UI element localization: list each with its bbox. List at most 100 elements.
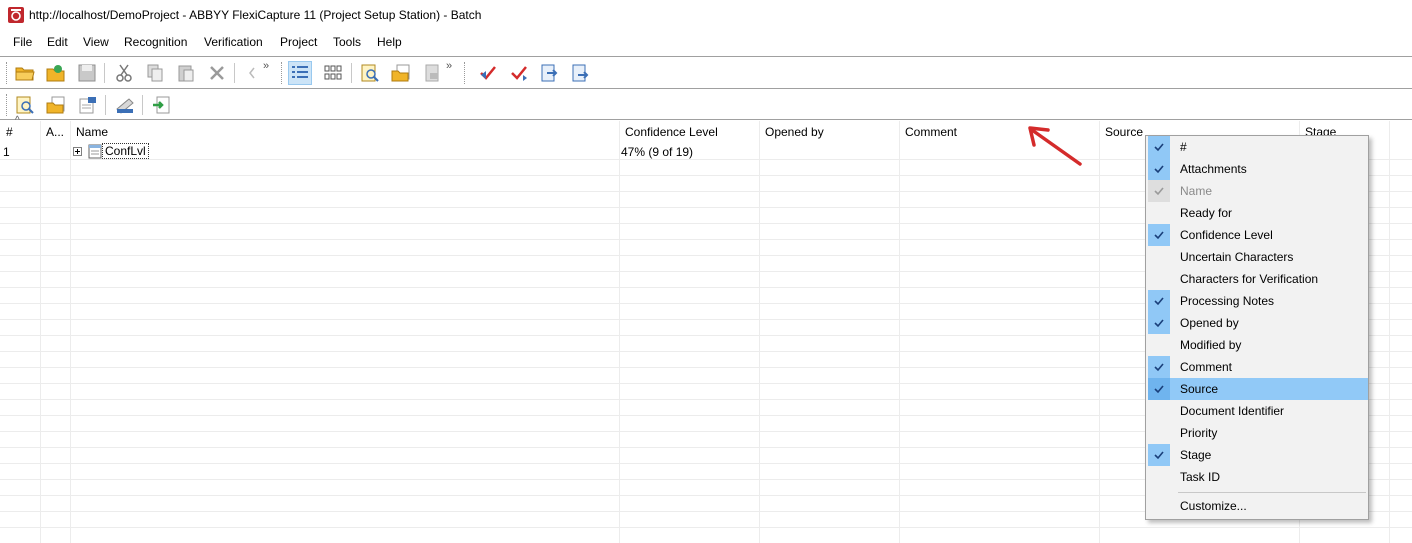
column-chooser-menu: # Attachments Name Ready for Confidence … (1145, 135, 1369, 520)
check-icon (1148, 224, 1170, 246)
menu-item-priority[interactable]: Priority (1148, 422, 1368, 444)
menu-item-label: Ready for (1180, 206, 1233, 220)
open-folder-icon[interactable] (13, 61, 37, 85)
toolbar-grip[interactable] (6, 62, 8, 84)
open-document-icon[interactable] (389, 61, 413, 85)
column-header-confidence-level[interactable]: Confidence Level (619, 121, 759, 143)
menu-item-label: Processing Notes (1180, 294, 1275, 308)
send-to-stage-icon[interactable] (568, 61, 592, 85)
menu-item-attachments[interactable]: Attachments (1148, 158, 1368, 180)
copy-icon[interactable] (143, 61, 167, 85)
menu-project[interactable]: Project (280, 35, 317, 49)
check-icon (1148, 136, 1170, 158)
batch-name[interactable]: ConfLvl (102, 143, 149, 159)
menu-recognition[interactable]: Recognition (124, 35, 187, 49)
check-all-icon[interactable] (507, 61, 531, 85)
check-icon (1148, 158, 1170, 180)
menu-item-label: Comment (1180, 360, 1233, 374)
menu-item-modified-by[interactable]: Modified by (1148, 334, 1368, 356)
menu-item-customize[interactable]: Customize... (1148, 495, 1368, 517)
menu-item-opened-by[interactable]: Opened by (1148, 312, 1368, 334)
menu-verification[interactable]: Verification (204, 35, 263, 49)
check-icon (1148, 312, 1170, 334)
menu-item-label: Modified by (1180, 338, 1242, 352)
save-icon[interactable] (75, 61, 99, 85)
toolbar-separator (234, 63, 235, 83)
menu-item-label: Uncertain Characters (1180, 250, 1294, 264)
toolbar-overflow-icon[interactable]: » (263, 60, 269, 72)
annotation-arrow-icon (1028, 126, 1082, 166)
menu-divider (0, 56, 1412, 57)
menu-tools[interactable]: Tools (333, 35, 361, 49)
toolbar-separator (105, 95, 106, 115)
menu-item-label: Source (1180, 382, 1219, 396)
toolbar-grip[interactable] (464, 62, 466, 84)
menu-item-label: Confidence Level (1180, 228, 1273, 242)
menu-item-stage[interactable]: Stage (1148, 444, 1368, 466)
toolbar-grip[interactable] (6, 94, 8, 116)
menu-item-document-identifier[interactable]: Document Identifier (1148, 400, 1368, 422)
check-icon (1148, 290, 1170, 312)
find-icon[interactable] (358, 61, 382, 85)
scan-icon[interactable] (113, 93, 137, 117)
toolbar-separator (351, 63, 352, 83)
menu-item-source[interactable]: Source (1148, 378, 1368, 400)
details-view-icon[interactable] (288, 61, 312, 85)
import-icon[interactable] (149, 93, 173, 117)
cut-icon[interactable] (112, 61, 136, 85)
find-batch-icon[interactable] (13, 93, 37, 117)
title-bar: http://localhost/DemoProject - ABBYY Fle… (0, 0, 1412, 30)
menu-item-uncertain-characters[interactable]: Uncertain Characters (1148, 246, 1368, 268)
column-header-opened-by[interactable]: Opened by (759, 121, 899, 143)
menu-edit[interactable]: Edit (47, 35, 68, 49)
column-header-number[interactable]: # (0, 121, 40, 143)
toolbar-divider (0, 88, 1412, 89)
expand-plus-icon[interactable] (73, 147, 82, 156)
menu-item-number[interactable]: # (1148, 136, 1368, 158)
paste-icon[interactable] (174, 61, 198, 85)
check-icon (1148, 356, 1170, 378)
open-project-icon[interactable] (44, 61, 68, 85)
move-to-stage-icon[interactable] (537, 61, 561, 85)
menu-item-ready-for[interactable]: Ready for (1148, 202, 1368, 224)
batch-properties-icon[interactable] (76, 93, 100, 117)
batch-document-icon (88, 144, 102, 159)
column-header-name[interactable]: Name (70, 121, 619, 143)
menu-item-label: Customize... (1180, 499, 1247, 513)
menu-item-label: # (1180, 140, 1187, 154)
close-document-icon[interactable] (420, 61, 444, 85)
menu-item-processing-notes[interactable]: Processing Notes (1148, 290, 1368, 312)
menu-help[interactable]: Help (377, 35, 402, 49)
abbyy-app-icon (8, 7, 24, 23)
toolbar-separator (142, 95, 143, 115)
menu-view[interactable]: View (83, 35, 109, 49)
menu-item-label: Characters for Verification (1180, 272, 1319, 286)
menu-item-label: Document Identifier (1180, 404, 1285, 418)
menu-item-name: Name (1148, 180, 1368, 202)
toolbar-overflow-icon[interactable]: » (446, 60, 452, 72)
menu-item-task-id[interactable]: Task ID (1148, 466, 1368, 488)
toolbar-separator (104, 63, 105, 83)
row-confidence-level: 47% (9 of 19) (621, 145, 694, 159)
row-number: 1 (3, 145, 10, 159)
check-icon (1148, 378, 1170, 400)
menu-item-label: Name (1180, 184, 1213, 198)
menu-separator (1178, 492, 1366, 493)
check-icon (1148, 180, 1170, 202)
thumbnails-view-icon[interactable] (321, 61, 345, 85)
menu-file[interactable]: File (13, 35, 32, 49)
check-rules-icon[interactable] (476, 61, 500, 85)
open-batch-icon[interactable] (44, 93, 68, 117)
menu-item-label: Priority (1180, 426, 1218, 440)
menu-bar: File Edit View Recognition Verification … (0, 31, 1412, 55)
toolbar-grip[interactable] (281, 62, 283, 84)
menu-item-characters-for-verification[interactable]: Characters for Verification (1148, 268, 1368, 290)
batch-toolbar (0, 90, 1412, 120)
menu-item-confidence-level[interactable]: Confidence Level (1148, 224, 1368, 246)
grid-top-divider (0, 119, 1412, 120)
menu-item-comment[interactable]: Comment (1148, 356, 1368, 378)
check-icon (1148, 444, 1170, 466)
undo-icon[interactable] (240, 61, 264, 85)
delete-icon[interactable] (205, 61, 229, 85)
column-header-attachments[interactable]: A... (40, 121, 70, 143)
